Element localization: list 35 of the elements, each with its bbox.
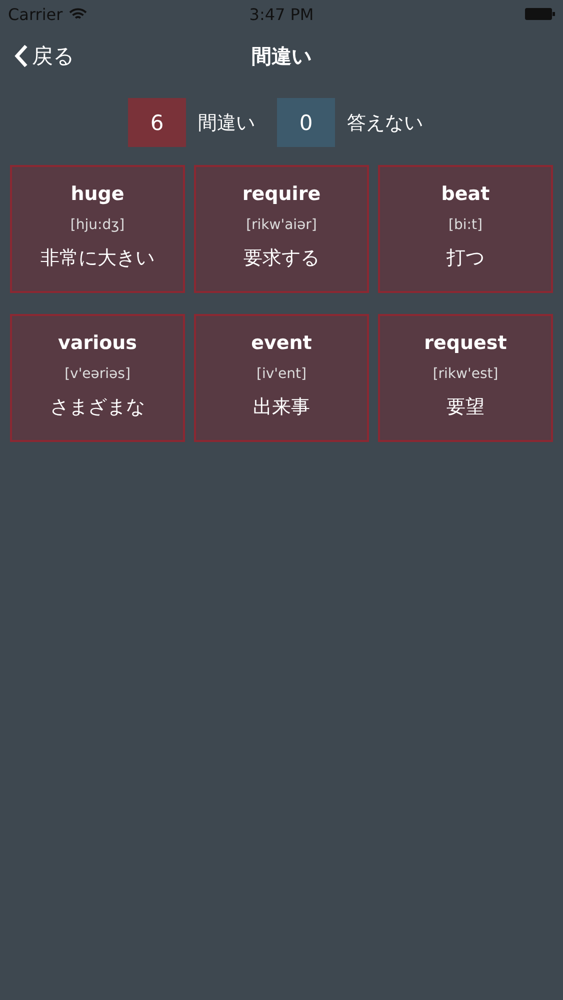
- word-text: various: [58, 332, 137, 354]
- meaning-text: 要望: [446, 395, 484, 420]
- wifi-icon: [68, 8, 87, 20]
- pronunciation-text: [iv'ent]: [256, 366, 306, 382]
- word-card[interactable]: beat [bi:t] 打つ: [378, 165, 553, 293]
- count-label: 答えない: [347, 110, 423, 136]
- word-text: event: [251, 332, 312, 354]
- pronunciation-text: [rikw'aiər]: [246, 217, 317, 233]
- meaning-text: 打つ: [446, 246, 484, 271]
- pronunciation-text: [rikw'est]: [432, 366, 498, 382]
- carrier-label: Carrier: [8, 4, 63, 24]
- word-text: beat: [441, 183, 490, 205]
- meaning-text: 要求する: [244, 246, 320, 271]
- word-card[interactable]: request [rikw'est] 要望: [378, 314, 553, 442]
- battery-icon: [525, 8, 555, 20]
- word-card[interactable]: various [v'eəriəs] さまざまな: [10, 314, 185, 442]
- word-card[interactable]: require [rikw'aiər] 要求する: [194, 165, 369, 293]
- status-time: 3:47 PM: [249, 4, 314, 24]
- word-card[interactable]: event [iv'ent] 出来事: [194, 314, 369, 442]
- pronunciation-text: [hju:dʒ]: [70, 217, 125, 233]
- meaning-text: さまざまな: [50, 395, 145, 420]
- back-button[interactable]: 戻る: [0, 42, 75, 70]
- meaning-text: 非常に大きい: [40, 246, 154, 271]
- word-text: huge: [70, 183, 124, 205]
- meaning-text: 出来事: [253, 395, 310, 420]
- word-card[interactable]: huge [hju:dʒ] 非常に大きい: [10, 165, 185, 293]
- count-label: 間違い: [198, 110, 255, 136]
- count-badge: 0: [277, 98, 335, 147]
- pronunciation-text: [bi:t]: [448, 217, 482, 233]
- pronunciation-text: [v'eəriəs]: [64, 366, 130, 382]
- word-text: require: [242, 183, 321, 205]
- chevron-left-icon: [14, 44, 28, 68]
- screen-title: 間違い: [252, 42, 312, 70]
- count-badge: 6: [128, 98, 186, 147]
- word-text: request: [424, 332, 507, 354]
